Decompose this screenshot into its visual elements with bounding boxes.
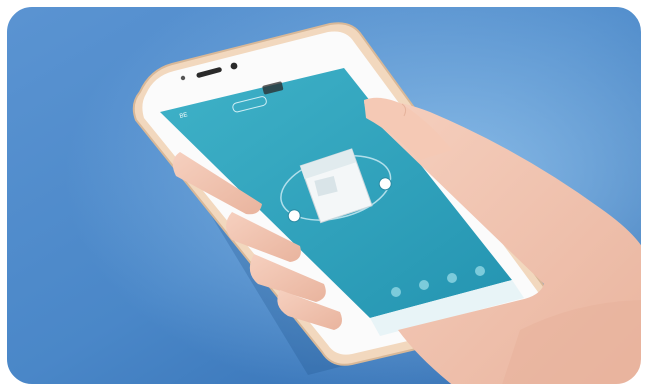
timer-icon[interactable] — [447, 273, 457, 283]
photo-scene: BE — [1, 1, 647, 390]
mode-icon[interactable] — [419, 280, 429, 290]
front-camera — [230, 62, 238, 70]
power-icon[interactable] — [391, 287, 401, 297]
photo-frame: BE — [0, 0, 648, 391]
settings-icon[interactable] — [475, 266, 485, 276]
